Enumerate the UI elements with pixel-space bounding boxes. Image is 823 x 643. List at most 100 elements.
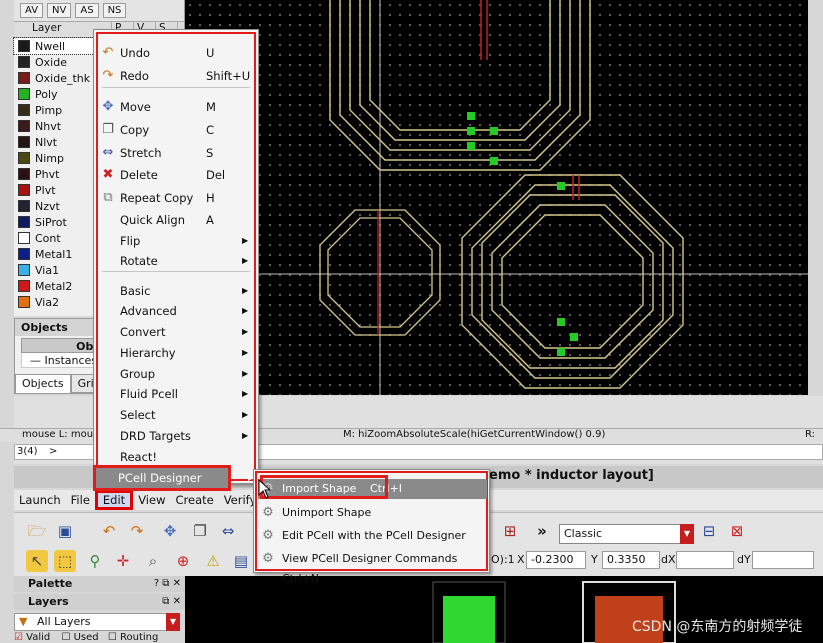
view-mode-select[interactable]: Classic ▼: [559, 524, 694, 544]
dy-label: dY: [737, 553, 751, 566]
x-coordinate-label: X: [517, 553, 525, 566]
layer-name: Via2: [35, 295, 60, 309]
ruler-icon[interactable]: ▤: [230, 550, 252, 572]
open-folder-icon[interactable]: 🗁: [26, 520, 48, 542]
marker-pin-icon[interactable]: ⊕: [172, 550, 194, 572]
layer-color-swatch: [18, 232, 30, 244]
purpose-ns-button[interactable]: NS: [102, 3, 127, 18]
search-icon[interactable]: ⌕: [142, 550, 164, 572]
edit-menu-item-advanced[interactable]: Advanced ▶: [98, 301, 254, 321]
edit-menu-item-select[interactable]: Select ▶: [98, 405, 254, 425]
edit-menu-item-pcell-designer[interactable]: PCell Designer ▶: [93, 465, 254, 491]
select-area-icon[interactable]: ⬚: [54, 550, 76, 572]
edit-menu: ↶ Undo U ↷ Redo Shift+U ✥ Move M ❐ Copy C ⇔ Stretch S ✖…: [93, 29, 259, 491]
routing-checkbox[interactable]: ☐: [108, 632, 117, 643]
hierarchy-icon[interactable]: ⚲: [84, 550, 106, 572]
edit-menu-item-copy[interactable]: ❐ Copy C: [98, 120, 254, 140]
layer-color-swatch: [18, 200, 30, 212]
move-icon[interactable]: ✥: [159, 520, 181, 542]
window-tile-icon[interactable]: ⊟: [698, 520, 720, 542]
more-tools-chevron-icon[interactable]: »: [531, 520, 553, 542]
copy-icon[interactable]: ❐: [189, 520, 211, 542]
layer-color-swatch: [18, 40, 30, 52]
view-pcell-commands-item[interactable]: ⚙ View PCell Designer Commands Ctrl+N: [258, 549, 487, 585]
edit-menu-item-group[interactable]: Group ▶: [98, 364, 254, 384]
unimport-shape-icon: ⚙: [262, 505, 274, 520]
redo-icon[interactable]: ↷: [126, 520, 148, 542]
edit-menu-item-redo[interactable]: ↷ Redo Shift+U: [98, 66, 254, 86]
menu-view[interactable]: View: [133, 490, 170, 510]
edit-menu-item-move[interactable]: ✥ Move M: [98, 97, 254, 117]
used-checkbox[interactable]: ☐: [61, 632, 70, 643]
layer-color-swatch: [18, 168, 30, 180]
layer-name: Via1: [35, 263, 60, 277]
layout-canvas[interactable]: [185, 0, 808, 395]
edit-menu-shortcut: Del: [206, 168, 226, 182]
layer-name: Cont: [35, 231, 61, 245]
edit-menu-item-flip[interactable]: Flip ▶: [98, 231, 254, 251]
menu-edit[interactable]: Edit: [94, 490, 134, 510]
tab-objects[interactable]: Objects: [15, 374, 71, 393]
x-coordinate-field[interactable]: -0.2300: [526, 551, 586, 569]
warning-icon[interactable]: ⚠: [202, 550, 224, 572]
edit-pcell-item[interactable]: ⚙ Edit PCell with the PCell Designer: [258, 526, 487, 546]
edit-menu-label: Fluid Pcell: [120, 387, 178, 401]
dy-field[interactable]: [752, 551, 814, 569]
dx-field[interactable]: [676, 551, 734, 569]
valid-checkbox[interactable]: ☑: [14, 632, 23, 643]
edit-menu-item-repeat-copy[interactable]: ⧉ Repeat Copy H: [98, 188, 254, 208]
edit-menu-label: Quick Align: [120, 213, 186, 227]
submenu-arrow-icon: ▶: [242, 286, 249, 295]
command-prompt-number: 3(4): [17, 446, 38, 457]
layer-name: Pimp: [35, 103, 63, 117]
save-icon[interactable]: ▣: [54, 520, 76, 542]
dx-label: dX: [661, 553, 676, 566]
edit-menu-item-rotate[interactable]: Rotate ▶: [98, 251, 254, 271]
edit-menu-label: React!: [120, 450, 158, 464]
edit-menu-item-undo[interactable]: ↶ Undo U: [98, 43, 254, 63]
purpose-av-button[interactable]: AV: [20, 3, 44, 18]
y-coordinate-field[interactable]: 0.3350: [602, 551, 660, 569]
unimport-shape-label: Unimport Shape: [282, 506, 372, 519]
edit-menu-shortcut: M: [206, 100, 216, 114]
purpose-nv-button[interactable]: NV: [47, 3, 72, 18]
chevron-down-icon: ▼: [680, 524, 694, 544]
edit-menu-label: Copy: [120, 123, 150, 137]
submenu-arrow-icon: ▶: [242, 431, 249, 440]
edit-menu-label: Repeat Copy: [120, 191, 194, 205]
edit-menu-item-delete[interactable]: ✖ Delete Del: [98, 165, 254, 185]
select-pointer-icon[interactable]: ↖: [26, 550, 48, 572]
connectivity-icon[interactable]: ⊞: [499, 520, 521, 542]
edit-menu-label: Convert: [120, 325, 166, 339]
stretch-icon[interactable]: ⇔: [217, 520, 239, 542]
edit-menu-label: Select: [120, 408, 156, 422]
panel-controls-icon[interactable]: ? ⧉ ✕: [154, 576, 181, 592]
undo-icon[interactable]: ↶: [98, 520, 120, 542]
crosshair-icon[interactable]: ✛: [112, 550, 134, 572]
layer-name: Nwell: [35, 39, 66, 53]
submenu-arrow-icon: ▶: [242, 410, 249, 419]
menu-file[interactable]: File: [66, 490, 95, 510]
layer-name: Metal1: [35, 247, 73, 261]
edit-menu-label: Basic: [120, 284, 151, 298]
edit-menu-label: Stretch: [120, 146, 162, 160]
window-close-icon[interactable]: ⊠: [726, 520, 748, 542]
menu-launch[interactable]: Launch: [14, 490, 66, 510]
edit-menu-item-basic[interactable]: Basic ▶: [98, 281, 254, 301]
edit-menu-item-quick-align[interactable]: Quick Align A: [98, 210, 254, 230]
purpose-as-button[interactable]: AS: [75, 3, 99, 18]
edit-menu-item-stretch[interactable]: ⇔ Stretch S: [98, 143, 254, 163]
edit-menu-item-hierarchy[interactable]: Hierarchy ▶: [98, 343, 254, 363]
layer-filter-select[interactable]: ▼ All Layers ▼: [14, 613, 180, 631]
layer-name: Nimp: [35, 151, 64, 165]
menu-create[interactable]: Create: [170, 490, 218, 510]
edit-menu-item-convert[interactable]: Convert ▶: [98, 322, 254, 342]
edit-menu-item-react[interactable]: React!: [98, 447, 254, 467]
edit-menu-item-fluid-pcell[interactable]: Fluid Pcell ▶: [98, 384, 254, 404]
unimport-shape-item[interactable]: ⚙ Unimport Shape: [258, 503, 487, 523]
view-pcell-commands-label: View PCell Designer Commands Ctrl+N: [282, 552, 458, 585]
layers-panel-controls-icon[interactable]: ⧉ ✕: [162, 594, 181, 610]
submenu-arrow-icon: ▶: [242, 389, 249, 398]
inductor-right-vias: [557, 175, 580, 356]
edit-menu-item-drd-targets[interactable]: DRD Targets ▶: [98, 426, 254, 446]
